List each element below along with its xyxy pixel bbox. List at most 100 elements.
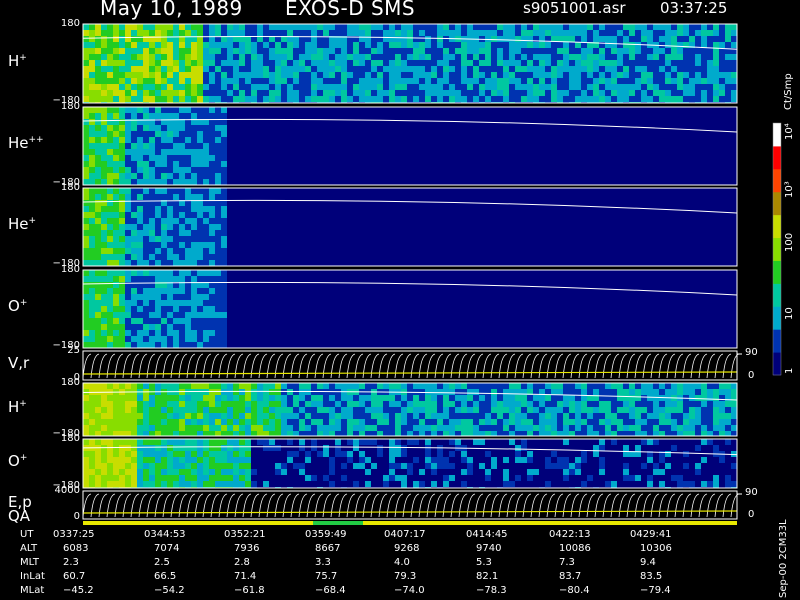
spectrogram-cell	[167, 149, 173, 155]
spectrogram-cell	[389, 78, 395, 84]
spectrogram-cell	[215, 236, 221, 242]
spectrogram-cell	[275, 66, 281, 72]
spectrogram-cell	[101, 42, 107, 48]
spectrogram-cell	[281, 72, 287, 78]
spectrogram-cell	[155, 60, 161, 66]
spectrogram-cell	[575, 419, 581, 425]
spectrogram-cell	[665, 96, 671, 102]
spectrogram-cell	[413, 481, 419, 487]
spectrogram-cell	[653, 30, 659, 36]
spectrogram-cell	[203, 218, 209, 224]
spectrogram-cell	[155, 84, 161, 90]
spectrogram-cell	[569, 413, 575, 419]
spectrogram-cell	[179, 137, 185, 143]
spectrogram-cell	[401, 54, 407, 60]
spectrogram-cell	[593, 451, 599, 457]
spectrogram-cell	[353, 90, 359, 96]
spectrogram-cell	[293, 407, 299, 413]
spectrogram-cell	[143, 173, 149, 179]
spectrogram-cell	[305, 78, 311, 84]
spectrogram-cell	[83, 179, 89, 185]
spectrogram-cell	[197, 155, 203, 161]
spectrogram-cell	[83, 84, 89, 90]
spectrogram-cell	[95, 66, 101, 72]
spectrogram-cell	[167, 218, 173, 224]
spectrogram-cell	[209, 270, 215, 276]
spectrogram-cell	[581, 419, 587, 425]
spectrogram-cell	[473, 54, 479, 60]
spectrogram-cell	[95, 248, 101, 254]
spectrogram-cell	[167, 306, 173, 312]
spectrogram-cell	[179, 330, 185, 336]
spectrogram-cell	[197, 431, 203, 436]
spectrogram-cell	[173, 96, 179, 102]
spectrogram-cell	[671, 475, 677, 481]
spectrogram-cell	[101, 173, 107, 179]
spectrogram-cell	[455, 96, 461, 102]
spectrogram-cell	[353, 84, 359, 90]
spectrogram-cell	[383, 60, 389, 66]
spectrogram-cell	[203, 84, 209, 90]
spectrogram-cell	[611, 419, 617, 425]
spectrogram-cell	[137, 306, 143, 312]
spectrogram-cell	[617, 66, 623, 72]
spectrogram-cell	[275, 42, 281, 48]
spectrogram-cell	[683, 419, 689, 425]
spectrogram-cell	[161, 179, 167, 185]
spectrogram-cell	[551, 84, 557, 90]
spectrogram-cell	[383, 395, 389, 401]
spectrogram-cell	[353, 383, 359, 389]
spectrogram-cell	[467, 431, 473, 436]
spectrogram-cell	[275, 401, 281, 407]
spectrogram-cell	[629, 383, 635, 389]
spectrogram-cell	[455, 407, 461, 413]
spectrogram-cell	[143, 419, 149, 425]
spectrogram-cell	[317, 48, 323, 54]
spectrogram-cell	[155, 401, 161, 407]
spectrogram-cell	[125, 96, 131, 102]
spectrogram-cell	[281, 54, 287, 60]
spectrogram-cell	[257, 389, 263, 395]
spectrogram-cell	[107, 457, 113, 463]
spectrogram-cell	[665, 78, 671, 84]
spectrogram-cell	[227, 481, 233, 487]
panel-top-tick: 4000	[54, 485, 80, 496]
spectrogram-cell	[203, 54, 209, 60]
spectrogram-cell	[203, 407, 209, 413]
spectrogram-cell	[107, 107, 113, 113]
spectrogram-cell	[179, 155, 185, 161]
spectrogram-cell	[323, 425, 329, 431]
spectrogram-cell	[557, 84, 563, 90]
spectrogram-cell	[359, 90, 365, 96]
spectrogram-cell	[461, 419, 467, 425]
spectrogram-cell	[713, 413, 719, 419]
spectrogram-cell	[203, 242, 209, 248]
spectrogram-cell	[185, 84, 191, 90]
spectrogram-cell	[221, 463, 227, 469]
spectrogram-cell	[479, 413, 485, 419]
spectrogram-cell	[671, 48, 677, 54]
spectrogram-cell	[401, 48, 407, 54]
spectrogram-cell	[275, 413, 281, 419]
spectrogram-cell	[107, 306, 113, 312]
spectrogram-cell	[113, 288, 119, 294]
spectrogram-cell	[173, 469, 179, 475]
spectrogram-cell	[179, 125, 185, 131]
spectrogram-cell	[557, 463, 563, 469]
spectrogram-cell	[617, 413, 623, 419]
spectrogram-cell	[155, 395, 161, 401]
spectrogram-cell	[107, 24, 113, 30]
spectrogram-cell	[149, 66, 155, 72]
spectrogram-cell	[89, 131, 95, 137]
spectrogram-cell	[221, 131, 227, 137]
spectrogram-cell	[557, 24, 563, 30]
spectrogram-cell	[203, 419, 209, 425]
spectrogram-cell	[209, 451, 215, 457]
spectrogram-cell	[185, 230, 191, 236]
spectrogram-cell	[185, 179, 191, 185]
spectrogram-cell	[191, 218, 197, 224]
spectrogram-cell	[191, 24, 197, 30]
spectrogram-cell	[527, 469, 533, 475]
spectrogram-cell	[707, 48, 713, 54]
spectrogram-cell	[83, 188, 89, 194]
